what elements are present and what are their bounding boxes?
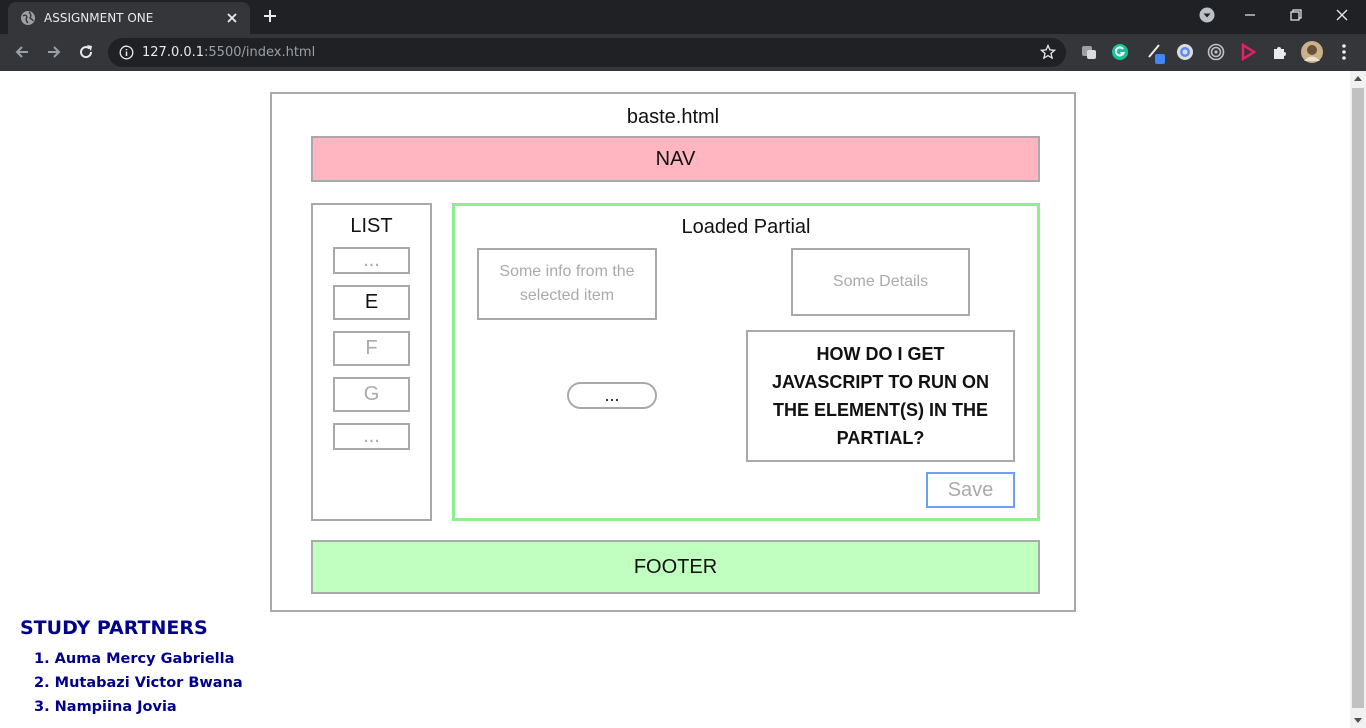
details-box: Some Details — [791, 248, 970, 316]
base-title: baste.html — [626, 106, 720, 128]
grammarly-icon[interactable] — [1111, 43, 1129, 66]
star-icon[interactable] — [1039, 43, 1057, 65]
close-window-icon[interactable] — [1335, 7, 1349, 28]
list-title: LIST — [350, 215, 393, 237]
play-extension-icon[interactable] — [1239, 42, 1257, 66]
restore-icon[interactable] — [1289, 7, 1303, 28]
avatar[interactable] — [1300, 40, 1324, 69]
info-icon[interactable] — [119, 45, 134, 65]
extension-icon[interactable] — [1080, 43, 1098, 66]
list-item: 2. Mutabazi Victor Bwana — [34, 675, 243, 691]
list-item[interactable]: F — [333, 331, 410, 366]
browser-tab[interactable]: ASSIGNMENT ONE — [8, 2, 250, 34]
base-layout-diagram: baste.html NAV LIST ... E F G ... Loaded… — [270, 92, 1076, 612]
tab-title: ASSIGNMENT ONE — [44, 11, 154, 25]
list-item[interactable]: G — [333, 377, 410, 412]
scrollbar-thumb[interactable] — [1352, 88, 1364, 708]
list-item[interactable]: ... — [333, 247, 410, 274]
reload-icon[interactable] — [77, 43, 95, 66]
profile-dropdown-icon[interactable] — [1199, 7, 1215, 28]
back-icon[interactable] — [13, 43, 31, 66]
tab-strip: ASSIGNMENT ONE — [0, 0, 1366, 34]
minimize-icon[interactable] — [1243, 7, 1257, 28]
browser-toolbar: 127.0.0.1:5500/index.html — [0, 34, 1366, 71]
address-bar[interactable]: 127.0.0.1:5500/index.html — [108, 38, 1066, 67]
list-item: 3. Nampiina Jovia — [34, 699, 177, 715]
page-viewport: baste.html NAV LIST ... E F G ... Loaded… — [0, 71, 1350, 728]
partial-title: Loaded Partial — [681, 216, 811, 238]
footer-box: FOOTER — [311, 540, 1040, 594]
study-partners-heading: STUDY PARTNERS — [20, 617, 208, 639]
selected-item-info: Some info from the selected item — [477, 248, 657, 320]
plus-icon[interactable] — [262, 8, 278, 29]
ellipsis-pill-button[interactable]: ... — [567, 382, 657, 409]
pen-extension-icon[interactable] — [1147, 43, 1167, 70]
puzzle-icon[interactable] — [1271, 43, 1289, 66]
close-icon[interactable] — [224, 10, 240, 31]
list-item-selected[interactable]: E — [333, 285, 410, 320]
list-item: 1. Auma Mercy Gabriella — [34, 651, 235, 667]
list-item[interactable]: ... — [333, 423, 410, 450]
globe-icon — [20, 10, 36, 31]
study-partners-list: 1. Auma Mercy Gabriella 2. Mutabazi Vict… — [34, 651, 243, 723]
blue-ring-extension-icon[interactable] — [1176, 43, 1194, 66]
nav-box: NAV — [311, 136, 1040, 182]
save-button[interactable]: Save — [926, 472, 1015, 508]
loaded-partial-panel: Loaded Partial Some info from the select… — [452, 203, 1040, 521]
target-extension-icon[interactable] — [1207, 43, 1225, 66]
question-text: HOW DO I GET JAVASCRIPT TO RUN ON THE EL… — [746, 330, 1015, 462]
vertical-scrollbar[interactable] — [1350, 71, 1366, 728]
list-panel: LIST ... E F G ... — [311, 203, 432, 521]
forward-icon[interactable] — [45, 43, 63, 66]
menu-icon[interactable] — [1336, 43, 1352, 66]
scroll-up-icon[interactable] — [1354, 76, 1362, 81]
scroll-down-icon[interactable] — [1354, 718, 1362, 723]
url-text: 127.0.0.1:5500/index.html — [142, 45, 316, 60]
